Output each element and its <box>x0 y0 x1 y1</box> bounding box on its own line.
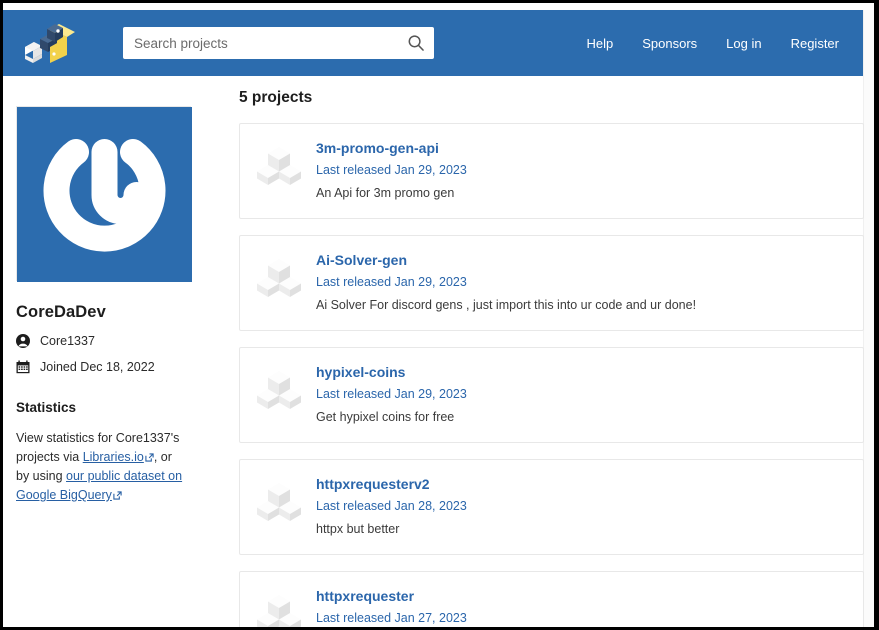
screenshot-frame: Help Sponsors Log in Register <box>0 0 879 630</box>
profile-display-name: CoreDaDev <box>16 303 194 322</box>
top-strip <box>3 3 874 10</box>
package-released: Last released Jan 29, 2023 <box>316 384 847 404</box>
package-body: hypixel-coins Last released Jan 29, 2023… <box>316 362 847 427</box>
package-snippet-3[interactable]: httpxrequesterv2 Last released Jan 28, 2… <box>239 459 864 555</box>
package-released: Last released Jan 29, 2023 <box>316 160 847 180</box>
package-released: Last released Jan 27, 2023 <box>316 608 847 627</box>
search-box <box>123 27 434 59</box>
nav-register[interactable]: Register <box>791 36 839 51</box>
cubes-icon <box>256 144 302 188</box>
package-body: Ai-Solver-gen Last released Jan 29, 2023… <box>316 250 847 315</box>
cubes-icon <box>256 592 302 627</box>
external-link-icon-2 <box>113 487 122 496</box>
calendar-icon <box>16 360 30 374</box>
pypi-logo-link[interactable] <box>13 15 81 71</box>
profile-joined-label: Joined Dec 18, 2022 <box>40 360 155 374</box>
profile-username-row: Core1337 <box>16 334 194 348</box>
pypi-logo-icon <box>19 19 75 67</box>
projects-heading: 5 projects <box>239 89 864 107</box>
statistics-heading: Statistics <box>16 400 194 415</box>
package-description: Ai Solver For discord gens , just import… <box>316 295 847 315</box>
external-link-icon <box>145 449 154 458</box>
package-body: httpxrequester Last released Jan 27, 202… <box>316 586 847 627</box>
package-snippet-0[interactable]: 3m-promo-gen-api Last released Jan 29, 2… <box>239 123 864 219</box>
search-input[interactable] <box>123 27 434 59</box>
profile-joined-row: Joined Dec 18, 2022 <box>16 360 194 374</box>
cubes-icon <box>256 368 302 412</box>
package-name: Ai-Solver-gen <box>316 251 847 270</box>
package-snippet-2[interactable]: hypixel-coins Last released Jan 29, 2023… <box>239 347 864 443</box>
package-name: httpxrequesterv2 <box>316 475 847 494</box>
package-name: 3m-promo-gen-api <box>316 139 847 158</box>
package-body: httpxrequesterv2 Last released Jan 28, 2… <box>316 474 847 539</box>
package-released: Last released Jan 28, 2023 <box>316 496 847 516</box>
cubes-icon <box>256 256 302 300</box>
main-navigation: Help Sponsors Log in Register <box>586 36 839 51</box>
projects-list: 3m-promo-gen-api Last released Jan 29, 2… <box>239 123 864 627</box>
nav-sponsors[interactable]: Sponsors <box>642 36 697 51</box>
avatar <box>16 106 191 281</box>
site-header: Help Sponsors Log in Register <box>3 10 863 76</box>
package-description: Get hypixel coins for free <box>316 407 847 427</box>
package-snippet-4[interactable]: httpxrequester Last released Jan 27, 202… <box>239 571 864 627</box>
package-name: httpxrequester <box>316 587 847 606</box>
statistics-text: View statistics for Core1337's projects … <box>16 429 188 505</box>
package-body: 3m-promo-gen-api Last released Jan 29, 2… <box>316 138 847 203</box>
vertical-scrollbar[interactable] <box>863 10 874 627</box>
user-icon <box>16 334 30 348</box>
package-description: An Api for 3m promo gen <box>316 183 847 203</box>
cubes-icon <box>256 480 302 524</box>
package-released: Last released Jan 29, 2023 <box>316 272 847 292</box>
package-snippet-1[interactable]: Ai-Solver-gen Last released Jan 29, 2023… <box>239 235 864 331</box>
package-description: httpx but better <box>316 519 847 539</box>
package-name: hypixel-coins <box>316 363 847 382</box>
browser-viewport: Help Sponsors Log in Register <box>3 3 874 627</box>
page-content: CoreDaDev Core1337 <box>3 76 863 627</box>
profile-sidebar: CoreDaDev Core1337 <box>16 106 194 505</box>
nav-help[interactable]: Help <box>586 36 613 51</box>
nav-login[interactable]: Log in <box>726 36 761 51</box>
projects-column: 5 projects 3m-promo-gen-api Last releas <box>239 84 864 627</box>
profile-username-label: Core1337 <box>40 334 95 348</box>
libraries-io-link[interactable]: Libraries.io <box>83 450 144 464</box>
